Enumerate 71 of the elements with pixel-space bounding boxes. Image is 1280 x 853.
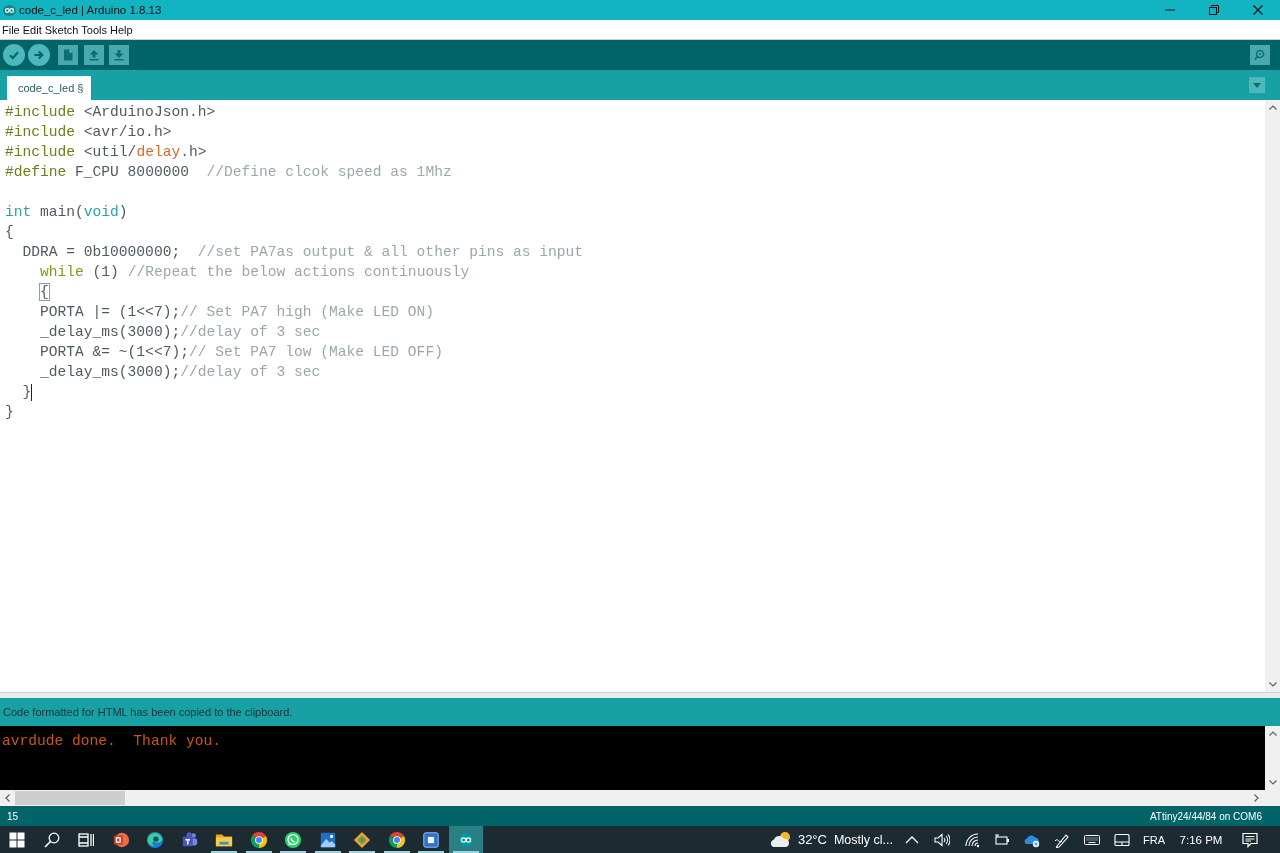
line-number: 15 [7,810,19,822]
code-line: } [21,383,32,402]
search-icon [1254,49,1266,61]
scrollbar-thumb[interactable] [15,791,125,805]
language-indicator[interactable]: FRA [1140,833,1168,846]
code-line: } [5,403,14,422]
code-line: PORTA |= (1<<7);// Set PA7 high (Make LED ON) [39,303,435,322]
speaker-icon[interactable] [934,831,950,848]
caret-down-icon [1253,82,1261,88]
search-icon [43,831,60,848]
touchpad-icon[interactable] [1114,831,1130,848]
cloud-sun-icon[interactable] [768,830,793,849]
code-line: #include <util/delay.h> [5,143,207,162]
upload-button[interactable] [28,44,50,66]
vertical-scrollbar[interactable] [1265,100,1280,692]
open-button[interactable] [83,45,104,65]
tab-menu-button[interactable] [1249,77,1265,93]
menu-item[interactable]: Sketch [44,23,79,36]
clock-time[interactable]: 7:16 PM [1176,833,1226,846]
code-line: #include <avr/io.h> [5,123,172,142]
wifi-icon[interactable] [964,831,980,848]
menu-item[interactable]: Help [110,23,133,36]
document-icon [62,49,74,61]
chevron-right-icon[interactable] [1254,794,1259,802]
chat-bubble-icon [284,830,303,849]
chevron-down-icon[interactable] [1268,780,1277,785]
people-app-icon [180,830,199,849]
infinity-logo-icon [3,4,16,16]
chevron-down-icon[interactable] [1268,682,1277,687]
menu-item[interactable]: Tools [81,23,108,36]
restore-icon [1209,5,1219,15]
menu-item[interactable]: Edit [22,23,42,36]
code-line: #include <ArduinoJson.h> [5,103,216,122]
presentation-app-icon [111,830,130,849]
code-line: _delay_ms(3000);//delay of 3 sec [39,323,321,342]
infinity-icon [456,830,475,849]
picture-icon [318,830,337,849]
battery-icon[interactable] [994,831,1010,848]
menu-item[interactable]: File [2,23,20,36]
code-line: while (1) //Repeat the below actions continuously [39,263,470,282]
code-line: { [39,283,49,302]
code-line: PORTA &= ~(1<<7);// Set PA7 low (Make LED OFF) [39,343,443,362]
taskbar-app-button[interactable] [448,826,483,853]
verify-button[interactable] [3,44,25,66]
code-line: #define F_CPU 8000000 //Define clcok speed as 1Mhz [5,163,452,182]
browser-icon [387,830,406,849]
weather-temperature[interactable]: 32°C [797,832,827,847]
code-line: _delay_ms(3000);//delay of 3 sec [39,363,321,382]
board-port-label: ATtiny24/44/84 on COM6 [1149,810,1262,822]
window-title: code_c_led | Arduino 1.8.13 [19,4,162,16]
task-view-icon [78,831,95,848]
status-message: Code formatted for HTML has been copied to the clipboard. [3,706,293,718]
browser-icon [146,830,165,849]
console-output: avrdude done. Thank you. [2,732,221,751]
code-line: int main(void) [5,203,128,222]
notification-icon[interactable] [1242,831,1258,848]
diamond-icon [353,830,372,849]
chevron-left-icon[interactable] [5,794,10,802]
square-app-icon [422,830,441,849]
code-line: DDRA = 0b10000000; //set PA7as output & all other pins as input [21,243,583,262]
arrow-right-icon [33,49,45,61]
check-icon [8,49,20,61]
browser-icon [249,830,268,849]
sketch-tab[interactable]: code_c_led § [7,76,92,100]
weather-summary[interactable]: Mostly cl... [833,832,893,847]
arrow-up-icon [87,49,100,61]
arrow-down-icon [113,49,125,61]
close-icon [1253,5,1263,15]
window-panes-icon [9,831,26,848]
vertical-scrollbar[interactable] [1265,726,1280,790]
code-line: { [5,223,14,242]
